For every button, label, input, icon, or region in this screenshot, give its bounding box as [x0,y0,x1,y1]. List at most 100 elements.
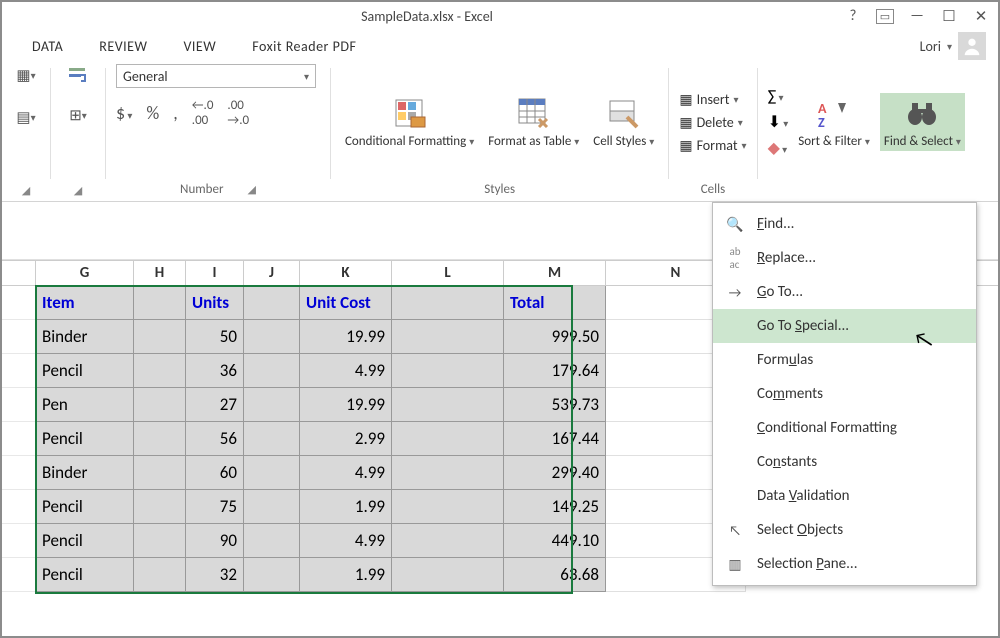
cell[interactable]: Binder [36,320,134,354]
menu-goto[interactable]: →Go To... [713,275,976,309]
cell[interactable] [392,524,504,558]
cell[interactable]: 50 [186,320,244,354]
col-header[interactable]: G [36,261,134,285]
col-header[interactable]: L [392,261,504,285]
cell[interactable] [134,456,186,490]
cell[interactable] [244,456,300,490]
cell[interactable]: 1.99 [300,558,392,592]
cell[interactable] [392,354,504,388]
cell[interactable]: 539.73 [504,388,606,422]
minimize-icon[interactable]: — [908,7,926,25]
cell[interactable]: 90 [186,524,244,558]
menu-selection-pane[interactable]: ▥Selection Pane... [713,547,976,581]
cell[interactable] [392,558,504,592]
cell[interactable] [134,422,186,456]
cell[interactable]: 167.44 [504,422,606,456]
col-header[interactable]: K [300,261,392,285]
icon-partial-2[interactable]: ▤▾ [15,106,37,128]
cell[interactable] [392,422,504,456]
cell[interactable]: Binder [36,456,134,490]
fill-button[interactable]: ⬇ ▾ [768,112,789,132]
cell[interactable] [392,320,504,354]
cell[interactable]: 19.99 [300,388,392,422]
menu-formulas[interactable]: Formulas [713,343,976,377]
cell[interactable] [244,558,300,592]
merge-icon[interactable]: ⊞▾ [67,104,89,126]
ribbon-display-icon[interactable]: ▭ [876,9,894,24]
cell[interactable]: 19.99 [300,320,392,354]
cell[interactable]: 36 [186,354,244,388]
cell[interactable]: 2.99 [300,422,392,456]
menu-find[interactable]: 🔍Find... [713,207,976,241]
cell[interactable]: Pencil [36,354,134,388]
cell[interactable] [134,388,186,422]
cell[interactable] [244,320,300,354]
col-header[interactable]: M [504,261,606,285]
menu-goto-special[interactable]: Go To Special... [713,309,976,343]
cell[interactable]: 4.99 [300,456,392,490]
percent-button[interactable]: % [146,102,159,124]
autosum-button[interactable]: ∑ ▾ [768,87,789,106]
sort-filter-button[interactable]: AZ Sort & Filter ▾ [794,93,874,151]
format-as-table-button[interactable]: Format as Table ▾ [484,93,583,151]
cell[interactable] [244,524,300,558]
cell[interactable] [392,490,504,524]
cell[interactable] [244,286,300,320]
cell[interactable] [392,286,504,320]
cell[interactable] [392,388,504,422]
cell[interactable] [134,558,186,592]
cell[interactable]: 56 [186,422,244,456]
currency-button[interactable]: $ ▾ [116,102,132,124]
cell[interactable]: Pencil [36,524,134,558]
cell[interactable]: Pencil [36,558,134,592]
find-select-button[interactable]: Find & Select ▾ [880,93,965,151]
increase-decimal-button[interactable]: ←.0.00 [192,98,214,128]
menu-replace[interactable]: abacReplace... [713,241,976,275]
cell[interactable] [134,320,186,354]
cell[interactable] [134,524,186,558]
dialog-launcher-icon[interactable]: ◢ [247,183,255,196]
cell[interactable]: Pencil [36,422,134,456]
comma-button[interactable]: , [173,102,178,124]
decrease-decimal-button[interactable]: .00→.0 [227,98,249,128]
dialog-launcher-icon[interactable]: ◢ [74,184,82,197]
cell[interactable] [244,354,300,388]
cell[interactable]: Units [186,286,244,320]
cell[interactable]: 299.40 [504,456,606,490]
cell[interactable] [244,422,300,456]
cell[interactable]: 4.99 [300,524,392,558]
help-icon[interactable]: ? [844,7,862,25]
menu-data-validation[interactable]: Data Validation [713,479,976,513]
cell[interactable]: 1.99 [300,490,392,524]
cell-styles-button[interactable]: Cell Styles ▾ [589,93,658,151]
tab-review[interactable]: REVIEW [81,34,165,59]
cell[interactable]: 60 [186,456,244,490]
cell[interactable] [244,490,300,524]
cell[interactable]: 449.10 [504,524,606,558]
tab-data[interactable]: DATA [14,34,81,59]
col-header[interactable]: I [186,261,244,285]
dialog-launcher-icon[interactable]: ◢ [22,184,30,197]
cell[interactable] [134,354,186,388]
cell[interactable]: 63.68 [504,558,606,592]
cell[interactable]: 4.99 [300,354,392,388]
col-header[interactable]: J [244,261,300,285]
cell[interactable]: Item [36,286,134,320]
cell[interactable] [134,490,186,524]
cell[interactable]: 75 [186,490,244,524]
menu-constants[interactable]: Constants [713,445,976,479]
insert-button[interactable]: ▦Insert ▾ [679,91,746,108]
format-button[interactable]: ▦Format ▾ [679,137,746,154]
cell[interactable] [134,286,186,320]
tab-view[interactable]: VIEW [165,34,234,59]
cell[interactable]: 27 [186,388,244,422]
clear-button[interactable]: ◆ ▾ [768,138,789,158]
cell[interactable]: Pencil [36,490,134,524]
cell[interactable]: 179.64 [504,354,606,388]
cell[interactable]: 32 [186,558,244,592]
tab-foxit[interactable]: Foxit Reader PDF [234,34,374,59]
number-format-select[interactable]: General ▾ [116,64,316,88]
cell[interactable] [244,388,300,422]
cell[interactable]: 999.50 [504,320,606,354]
wrap-text-icon[interactable] [67,64,89,86]
